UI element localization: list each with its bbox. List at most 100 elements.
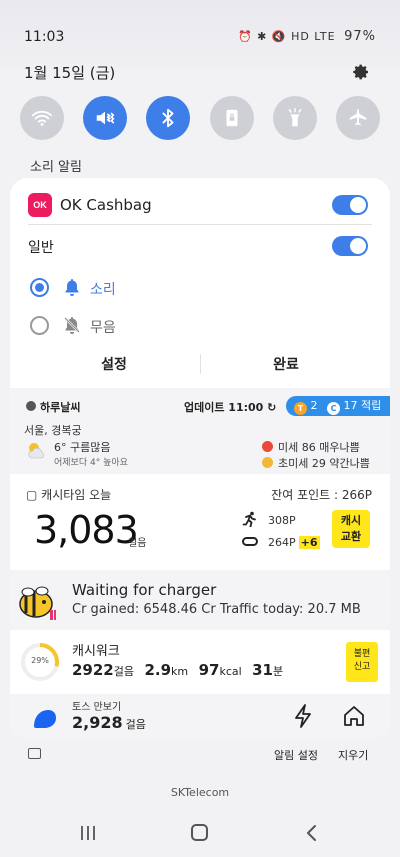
angry-face-icon [262,441,273,452]
cashtime-title: ▢ 캐시타임 오늘 [26,486,111,503]
home-icon[interactable] [342,704,366,728]
cashtime-icon: ▢ [26,488,42,502]
bell-off-icon [64,317,80,334]
quick-toggle-sound[interactable] [83,96,128,140]
app-name: OK Cashbag [60,196,152,214]
cashtime-card[interactable]: ▢ 캐시타임 오늘 잔여 포인트 : 266P 3,083 걸음 308P 26… [10,480,390,568]
running-icon [242,511,256,527]
recent-apps-icon[interactable] [80,826,96,840]
gear-icon[interactable] [352,63,370,81]
status-icons: ⏰ ✱ 🔇 HD LTE 97% [238,29,376,44]
other-points-text: 264P [268,536,296,549]
radio-sound[interactable] [30,278,49,297]
airplane-icon [349,109,367,126]
progress-percent: 29% [31,656,49,665]
status-indicator-icons: ⏰ ✱ 🔇 HD LTE [237,30,336,43]
radio-option-sound[interactable]: 소리 [28,276,228,300]
settings-button[interactable]: 설정 [64,354,164,374]
cashwalk-steps-unit: 걸음 [113,665,134,678]
fine-dust-text: 미세 86 매우나쁨 [278,441,360,454]
home-button[interactable] [191,824,208,841]
notification-settings-link[interactable]: 알림 설정 [274,747,318,763]
image-icon[interactable] [28,748,41,759]
ultra-fine-dust: 초미세 29 약간나쁨 [262,455,370,471]
wifi-icon [31,110,53,126]
lock-rotation-icon [226,109,238,127]
weather-card[interactable]: 하루날씨 업데이트 11:00 ↻ T 2 C 17 적립 서울, 경복궁 6°… [10,388,390,474]
bolt-icon[interactable] [292,704,314,728]
back-icon[interactable] [304,824,318,842]
cashwalk-stats: 2922걸음 2.9km 97kcal 31분 [72,661,289,679]
t-coin-icon: T [294,402,307,415]
weather-update[interactable]: 업데이트 11:00 ↻ [184,399,276,415]
quick-settings-row [20,96,380,142]
cashwalk-minutes-unit: 분 [273,665,284,678]
status-time: 11:03 [24,29,65,45]
cashwalk-calories-unit: kcal [219,665,242,678]
quick-toggle-airplane[interactable] [335,96,380,140]
radio-mute[interactable] [30,316,49,335]
battery-percent: 97% [344,29,376,44]
cashwalk-steps: 2922 [72,661,114,679]
category-label: 일반 [28,240,54,256]
action-separator [200,354,201,374]
charger-subtitle: Cr gained: 6548.46 Cr Traffic today: 20.… [72,602,361,617]
c-coin-icon: C [327,402,340,415]
section-label: 소리 알림 [30,160,82,175]
weather-temp: 6° 구름많음 [54,441,111,454]
bluetooth-icon [162,108,174,128]
radio-sound-label: 소리 [90,282,116,298]
app-notification-toggle[interactable] [332,195,368,215]
weather-location: 서울, 경복궁 [24,424,82,437]
cashtime-steps: 3,083 [34,508,139,552]
flashlight-icon [288,108,301,127]
cashtime-title-text: 캐시타임 오늘 [41,488,112,502]
walk-points: 308P [268,514,296,527]
other-points: 264P +6 [268,536,320,549]
fine-dust: 미세 86 매우나쁨 [262,439,360,455]
sound-mute-icon [96,111,115,125]
cash-exchange-button[interactable]: 캐시 교환 [332,510,370,548]
toss-steps: 2,928 걸음 [72,713,146,732]
toss-title: 토스 만보기 [72,702,122,713]
done-button[interactable]: 완료 [236,354,336,374]
weather-update-text: 업데이트 11:00 [184,401,264,414]
quick-toggle-rotation-lock[interactable] [209,96,254,140]
radio-option-mute[interactable]: 무음 [28,314,228,338]
toss-card[interactable]: 토스 만보기 2,928 걸음 [10,694,390,738]
clear-all-button[interactable]: 지우기 [338,747,368,763]
t-coin-count: 2 [310,399,318,412]
toss-steps-value: 2,928 [72,713,123,732]
bee-icon [19,586,56,620]
cashtime-remaining: 잔여 포인트 : 266P [271,488,372,502]
charger-card[interactable]: Waiting for charger Cr gained: 6548.46 C… [10,570,390,630]
navigation-bar [0,812,400,857]
weather-title-text: 하루날씨 [40,401,81,414]
neutral-face-icon [262,457,273,468]
charger-title: Waiting for charger [72,581,217,599]
cashtime-steps-unit: 걸음 [128,538,147,549]
weather-title: 하루날씨 [24,399,80,415]
report-button[interactable]: 불편 신고 [346,642,378,682]
cashwalk-distance: 2.9 [144,661,172,679]
category-toggle[interactable] [332,236,368,256]
refresh-icon: ↻ [267,401,277,414]
cashwalk-minutes: 31 [252,661,273,679]
toggle-points-icon [242,537,258,546]
cashwalk-title: 캐시워크 [72,644,120,659]
quick-toggle-flashlight[interactable] [272,96,317,140]
cashwalk-card[interactable]: 29% 캐시워크 2922걸음 2.9km 97kcal 31분 불편 신고 [10,634,390,690]
ultra-fine-dust-text: 초미세 29 약간나쁨 [278,457,370,470]
app-row: OK OK Cashbag [10,190,390,220]
c-coin-points: 17 적립 [343,399,382,412]
quick-toggle-bluetooth[interactable] [146,96,191,140]
bonus-badge: +6 [298,536,320,549]
cashwalk-distance-unit: km [171,665,189,678]
points-badge[interactable]: T 2 C 17 적립 [286,396,390,416]
date-label: 1월 15일 (금) [24,64,116,82]
quick-toggle-wifi[interactable] [20,96,64,140]
bell-icon [65,279,79,296]
toss-logo-icon [34,710,56,728]
toss-steps-unit: 걸음 [125,718,146,731]
radio-mute-label: 무음 [90,320,116,336]
